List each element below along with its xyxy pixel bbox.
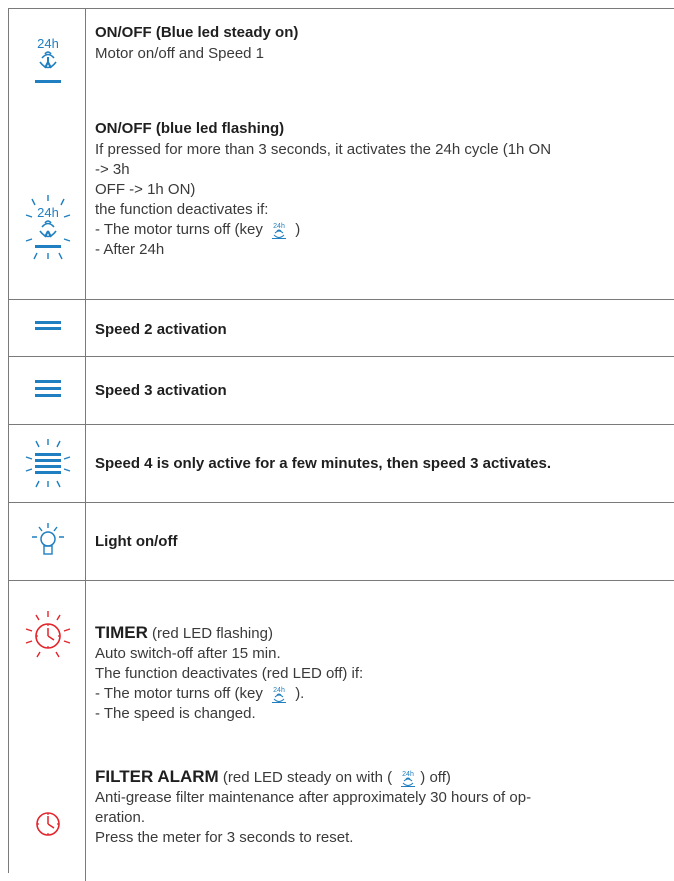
filter-title-line: FILTER ALARM (red LED steady on with ( 2…	[95, 767, 451, 787]
onoff-flash-line1: If pressed for more than 3 seconds, it a…	[95, 141, 552, 158]
table-row-speed3: Speed 3 activation	[9, 357, 674, 425]
description-cell: Speed 4 is only active for a few minutes…	[95, 425, 674, 502]
table-row-speed2: Speed 2 activation	[9, 300, 674, 357]
description-cell: Light on/off	[95, 503, 674, 580]
description-cell: ON/OFF (Blue led steady on) Motor on/off…	[95, 9, 674, 299]
timer-line2: The function deactivates (red LED off) i…	[95, 665, 364, 682]
onoff-flash-line3: OFF -> 1h ON)	[95, 181, 196, 198]
speed-3-icon	[35, 380, 61, 397]
timer-line1: Auto switch-off after 15 min.	[95, 645, 281, 662]
onoff-steady-title: ON/OFF (Blue led steady on)	[95, 24, 299, 41]
speed3-label: Speed 3 activation	[95, 382, 227, 399]
icon-cell	[9, 300, 86, 356]
filter-note-post: ) off)	[420, 769, 451, 786]
speed2-label: Speed 2 activation	[95, 321, 227, 338]
function-table: 24h 24h ON/OFF (Blue led steady on) Moto…	[8, 8, 674, 881]
timer-title-note: (red LED flashing)	[147, 625, 273, 642]
onoff-flash-line5-pre: - The motor turns off (key	[95, 221, 263, 238]
onoff-flash-line5-post: )	[295, 221, 301, 238]
filter-alarm-clock-icon	[36, 812, 60, 836]
description-cell: TIMER (red LED flashing) Auto switch-off…	[95, 581, 674, 881]
svg-text:24h: 24h	[37, 36, 59, 51]
speed-4-icon	[25, 439, 71, 488]
filter-line3: Press the meter for 3 seconds to reset.	[95, 829, 354, 846]
onoff-flash-line5: - The motor turns off (key 24h )	[95, 220, 300, 239]
icon-cell	[9, 357, 86, 424]
description-cell: Speed 3 activation	[95, 357, 674, 424]
onoff-flash-line4: the function deactivates if:	[95, 201, 269, 218]
fan-24h-icon: 24h	[35, 36, 61, 83]
icon-cell	[9, 581, 86, 881]
fan-24h-icon: 24h	[272, 223, 287, 239]
onoff-steady-desc: Motor on/off and Speed 1	[95, 45, 265, 62]
fan-24h-icon: 24h	[401, 771, 416, 787]
fan-24h-flashing-icon: 24h	[25, 195, 71, 260]
table-row-light: Light on/off	[9, 503, 674, 581]
light-bulb-icon	[32, 523, 64, 555]
filter-title: FILTER ALARM	[95, 767, 219, 786]
timer-title-line: TIMER (red LED flashing)	[95, 623, 273, 643]
speed-2-icon	[35, 321, 61, 330]
light-label: Light on/off	[95, 533, 178, 550]
speed4-label: Speed 4 is only active for a few minutes…	[95, 455, 551, 472]
table-row-onoff: 24h 24h ON/OFF (Blue led steady on) Moto…	[9, 9, 674, 300]
filter-line2: eration.	[95, 809, 146, 826]
onoff-flash-line2: -> 3h	[95, 161, 130, 178]
icon-cell	[9, 503, 86, 580]
fan-24h-icon: 24h	[272, 687, 287, 703]
icon-cell	[9, 425, 86, 502]
filter-line1: Anti-grease filter maintenance after app…	[95, 789, 532, 806]
icon-cell: 24h 24h	[9, 9, 86, 299]
timer-line4: - The speed is changed.	[95, 705, 256, 722]
onoff-flash-title: ON/OFF (blue led flashing)	[95, 120, 285, 137]
svg-text:24h: 24h	[273, 223, 285, 230]
timer-line3-pre: - The motor turns off (key	[95, 685, 263, 702]
svg-text:24h: 24h	[402, 771, 414, 778]
filter-note-pre: (red LED steady on with (	[218, 769, 393, 786]
timer-clock-flashing-icon	[25, 611, 71, 658]
table-row-timer: TIMER (red LED flashing) Auto switch-off…	[9, 581, 674, 881]
svg-text:24h: 24h	[37, 205, 59, 220]
timer-title: TIMER	[95, 623, 148, 642]
timer-line3-post: ).	[295, 685, 305, 702]
timer-line3: - The motor turns off (key 24h ).	[95, 684, 304, 703]
onoff-flash-line6: - After 24h	[95, 241, 165, 258]
description-cell: Speed 2 activation	[95, 300, 674, 356]
table-row-speed4: Speed 4 is only active for a few minutes…	[9, 425, 674, 503]
svg-text:24h: 24h	[273, 687, 285, 694]
